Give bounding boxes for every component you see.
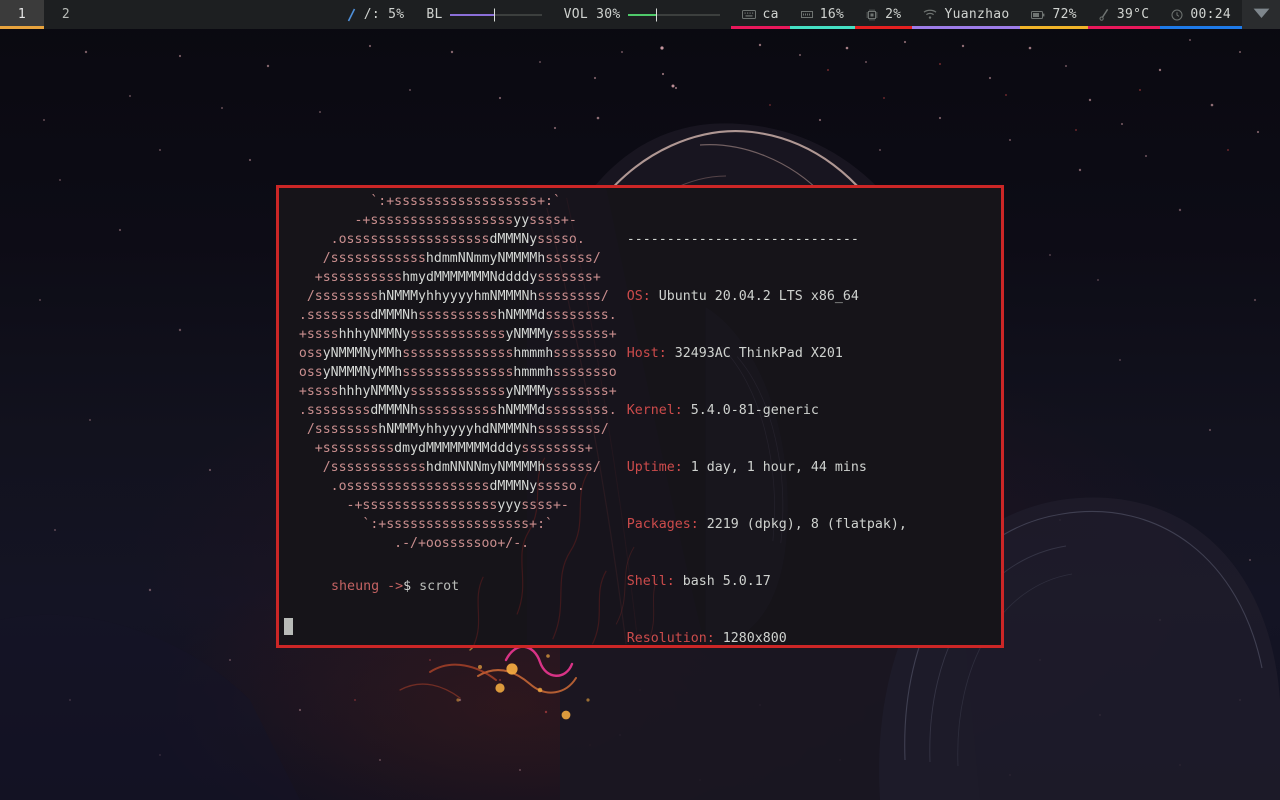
status-underline: [1160, 26, 1242, 29]
status-block-disk[interactable]: /: 5%: [335, 0, 416, 29]
status-underline: [335, 26, 416, 29]
status-underline: [1020, 26, 1088, 29]
info-key: Kernel: [626, 403, 675, 418]
neofetch-info-list: ----------------------------- OS: Ubuntu…: [617, 192, 915, 646]
bar-spacer: [88, 0, 335, 29]
status-block-backlight[interactable]: BL: [415, 0, 552, 29]
status-block-temperature[interactable]: 39°C: [1087, 0, 1161, 29]
terminal-content: `:+ssssssssssssssssss+:` -+sssssssssssss…: [279, 188, 1001, 645]
system-tray[interactable]: [1242, 0, 1280, 29]
i3-status-bar: 1 2 /: 5% BL VOL 30% ca 16% 2% Yuanzhao …: [0, 0, 1280, 29]
info-key: Resolution: [626, 631, 707, 646]
slider-fill: [627, 13, 656, 16]
prompt-symbol: $: [403, 579, 412, 594]
info-row-uptime: Uptime: 1 day, 1 hour, 44 mins: [626, 460, 867, 475]
status-block-cpu[interactable]: 2%: [855, 0, 913, 29]
terminal-cursor: [284, 618, 293, 635]
volume-slider[interactable]: [627, 8, 720, 21]
status-underline: [730, 26, 790, 29]
status-block-volume[interactable]: VOL 30%: [553, 0, 731, 29]
info-key: OS: [626, 289, 643, 304]
backlight-label: BL: [426, 7, 443, 22]
memory-icon: [800, 9, 813, 20]
wifi-icon: [923, 9, 937, 20]
workspace-label: 1: [17, 7, 27, 22]
volume-label: VOL 30%: [563, 7, 621, 22]
info-key: Shell: [626, 574, 667, 589]
info-key: Host: [626, 346, 659, 361]
status-block-memory[interactable]: 16%: [789, 0, 856, 29]
workspace-label: 2: [61, 7, 71, 22]
battery-icon: [1031, 10, 1045, 20]
cpu-usage-label: 2%: [885, 7, 902, 22]
status-underline: [1087, 26, 1161, 29]
workspace-underline: [0, 26, 44, 29]
info-row-kernel: Kernel: 5.4.0-81-generic: [626, 403, 819, 418]
workspace-button-2[interactable]: 2: [44, 0, 88, 29]
status-underline: [855, 26, 913, 29]
slider-knob[interactable]: [493, 8, 495, 21]
info-value: 5.4.0-81-generic: [690, 403, 819, 418]
backlight-slider[interactable]: [449, 8, 542, 21]
prompt-arrow: ->: [387, 579, 404, 594]
info-value: 2219 (dpkg), 8 (flatpak),: [706, 517, 907, 532]
clock-time-label: 00:24: [1190, 7, 1231, 22]
temperature-label: 39°C: [1116, 7, 1150, 22]
disk-slash-icon: [346, 8, 357, 22]
info-key: Uptime: [626, 460, 675, 475]
prompt-command: scrot: [419, 579, 460, 594]
info-row-resolution: Resolution: 1280x800: [626, 631, 787, 646]
disk-usage-label: /: 5%: [363, 7, 405, 22]
network-ssid-label: Yuanzhao: [944, 7, 1010, 22]
info-value: 1 day, 1 hour, 44 mins: [690, 460, 867, 475]
status-block-clock[interactable]: 00:24: [1160, 0, 1242, 29]
info-value: 32493AC ThinkPad X201: [674, 346, 843, 361]
prompt-user: sheung: [331, 579, 380, 594]
status-block-network[interactable]: Yuanzhao: [912, 0, 1021, 29]
status-block-keyboard[interactable]: ca: [730, 0, 790, 29]
thermometer-icon: [1099, 8, 1110, 21]
status-underline: [912, 26, 1021, 29]
status-underline: [789, 26, 856, 29]
workspace-button-1[interactable]: 1: [0, 0, 44, 29]
wifi-tray-icon[interactable]: [1253, 6, 1270, 23]
status-underline: [553, 26, 731, 29]
cpu-icon: [866, 9, 878, 21]
keyboard-layout-label: ca: [762, 7, 779, 22]
info-row-packages: Packages: 2219 (dpkg), 8 (flatpak),: [626, 517, 907, 532]
status-block-battery[interactable]: 72%: [1020, 0, 1088, 29]
memory-usage-label: 16%: [819, 7, 845, 22]
bar-status-blocks: /: 5% BL VOL 30% ca 16% 2% Yuanzhao 72% …: [335, 0, 1242, 29]
battery-level-label: 72%: [1052, 7, 1077, 22]
info-row-shell: Shell: bash 5.0.17: [626, 574, 771, 589]
info-separator: -----------------------------: [626, 232, 859, 247]
info-value: Ubuntu 20.04.2 LTS x86_64: [658, 289, 859, 304]
info-row-os: OS: Ubuntu 20.04.2 LTS x86_64: [626, 289, 859, 304]
info-value: 1280x800: [722, 631, 787, 646]
keyboard-icon: [741, 9, 756, 20]
info-value: bash 5.0.17: [682, 574, 771, 589]
terminal-window[interactable]: `:+ssssssssssssssssss+:` -+sssssssssssss…: [276, 185, 1004, 648]
slider-knob[interactable]: [655, 8, 657, 21]
status-underline: [415, 26, 552, 29]
info-key: Packages: [626, 517, 691, 532]
slider-fill: [449, 13, 494, 16]
info-row-host: Host: 32493AC ThinkPad X201: [626, 346, 843, 361]
workspace-underline: [44, 26, 88, 29]
clock-icon: [1171, 9, 1183, 21]
shell-prompt-line: sheung ->$ scrot: [283, 558, 459, 615]
